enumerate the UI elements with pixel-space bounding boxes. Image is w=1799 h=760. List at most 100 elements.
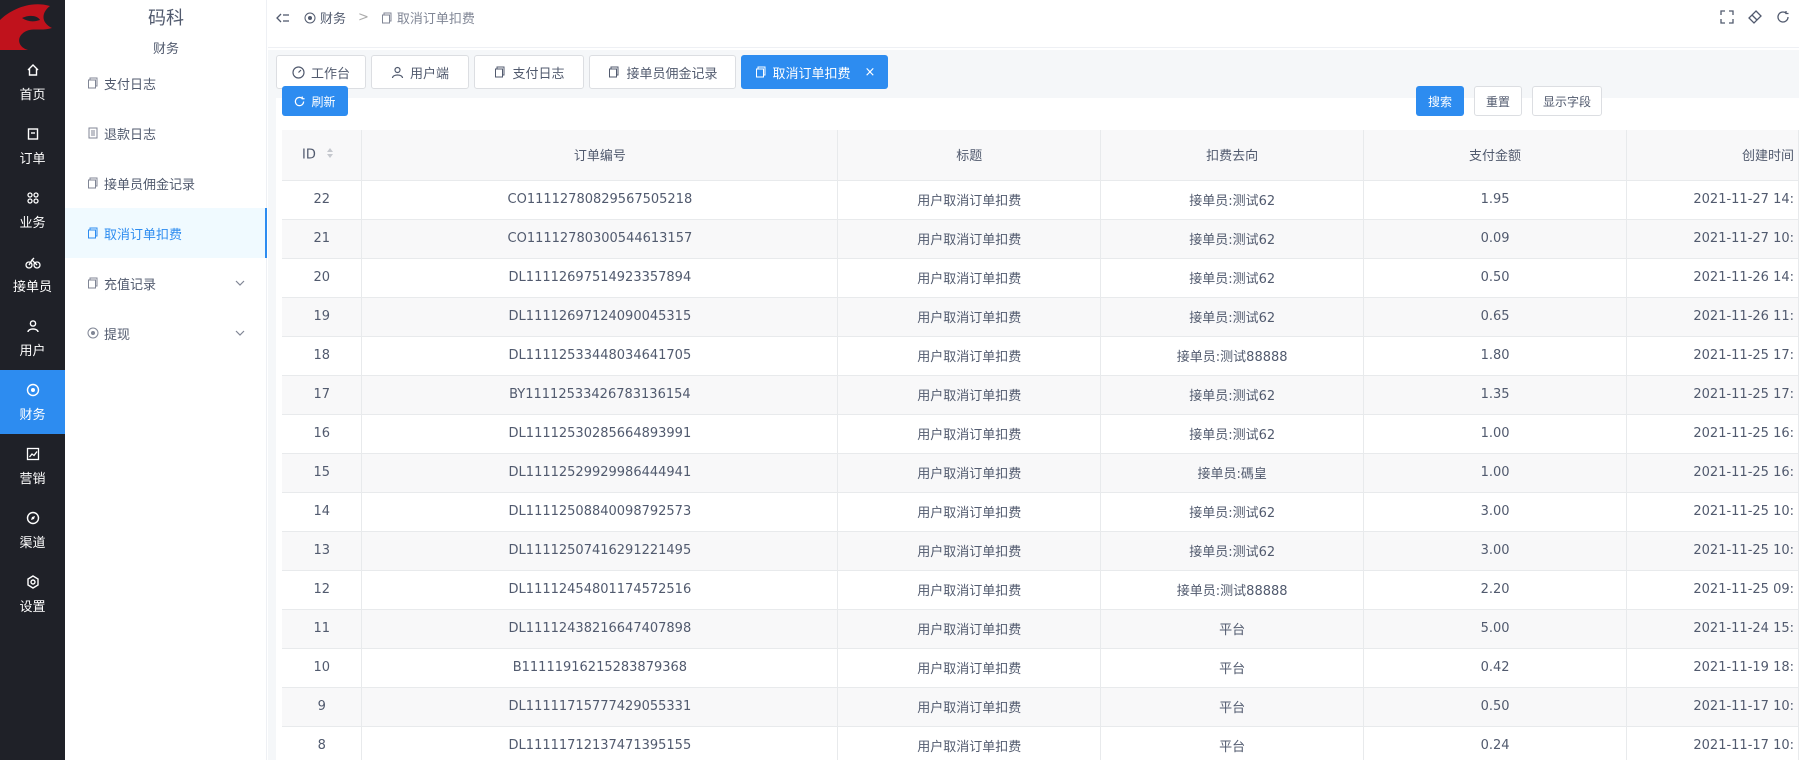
cell-fee-destination: 平台 [1100,648,1365,688]
app-root: 首页 订单 业务 接单员 用户 财务 营销 渠道 设置 码科 财务 支付日志 退… [0,0,1799,760]
nav-business[interactable]: 业务 [0,178,65,242]
nav-order[interactable]: 订单 [0,114,65,178]
sidebar-item-cancel-fee[interactable]: 取消订单扣费 [65,208,267,258]
cell-title: 用户取消订单扣费 [837,492,1102,532]
table-row[interactable]: 17 BY11112533426783136154 用户取消订单扣费 接单员:测试62… [282,375,1799,415]
column-header-created-at: 创建时间 [1626,130,1799,181]
nav-user-label: 用户 [19,343,46,359]
collapse-menu-icon[interactable] [276,11,290,25]
fullscreen-icon[interactable] [1719,9,1735,25]
search-button[interactable]: 搜索 [1416,86,1464,116]
cell-order-no: DL11112530285664893991 [361,414,839,454]
search-label: 搜索 [1427,94,1452,109]
clear-cache-icon[interactable] [1747,9,1763,25]
copy-icon [87,277,99,289]
breadcrumb-separator: > [358,10,369,25]
breadcrumb-parent[interactable]: 财务 [304,8,346,27]
tab-workbench[interactable]: 工作台 [276,55,366,89]
nav-settings-label: 设置 [19,599,46,615]
tab-commission[interactable]: 接单员佣金记录 [589,55,736,89]
refresh-button[interactable]: 刷新 [282,86,348,116]
sidebar-item-withdraw[interactable]: 提现 [65,308,267,358]
cell-created-at: 2021-11-25 16: [1626,453,1799,493]
tab-payment-log[interactable]: 支付日志 [474,55,584,89]
sidebar-item-label: 接单员佣金记录 [104,177,196,193]
cell-fee-destination: 接单员:测试62 [1100,297,1365,337]
table-row[interactable]: 10 B11111916215283879368 用户取消订单扣费 平台 0.42 202… [282,648,1799,688]
cell-title: 用户取消订单扣费 [837,453,1102,493]
sort-icon[interactable] [326,147,334,163]
cell-order-no: DL11111712137471395155 [361,726,839,760]
cell-fee-destination: 接单员:测试62 [1100,375,1365,415]
sidebar-section-title: 财务 [152,42,179,57]
sidebar-item-label: 提现 [104,327,131,343]
table-row[interactable]: 14 DL11112508840098792573 用户取消订单扣费 接单员:测试62… [282,492,1799,532]
nav-home-label: 首页 [19,87,46,103]
table-row[interactable]: 8 DL11111712137471395155 用户取消订单扣费 平台 0.24 202… [282,726,1799,760]
cell-created-at: 2021-11-25 16: [1626,414,1799,454]
tab-user-client[interactable]: 用户端 [371,55,469,89]
nav-channel[interactable]: 渠道 [0,498,65,562]
cell-amount: 1.80 [1363,336,1627,376]
copy-icon [607,65,621,79]
cell-fee-destination: 接单员:测试62 [1100,219,1365,259]
reset-button[interactable]: 重置 [1474,86,1522,116]
nav-courier[interactable]: 接单员 [0,242,65,306]
main-nav-rail: 首页 订单 业务 接单员 用户 财务 营销 渠道 设置 [0,0,65,760]
column-header-order-no: 订单编号 [361,130,839,181]
breadcrumb: 财务 > 取消订单扣费 [276,8,475,27]
cell-title: 用户取消订单扣费 [837,609,1102,649]
tab-label: 工作台 [310,66,350,82]
table-body: 22 CO11112780829567505218 用户取消订单扣费 接单员:测试62… [282,180,1799,760]
nav-marketing[interactable]: 营销 [0,434,65,498]
logo [0,0,65,50]
refresh-icon[interactable] [1775,9,1791,25]
cell-fee-destination: 接单员:测试62 [1100,414,1365,454]
cell-id: 21 [282,219,363,259]
cell-created-at: 2021-11-25 17: [1626,336,1799,376]
header-tools [1719,9,1791,25]
cell-amount: 1.00 [1363,414,1627,454]
nav-user[interactable]: 用户 [0,306,65,370]
order-icon [25,126,41,142]
table-row[interactable]: 15 DL11112529929986444941 用户取消订单扣费 接单员:碼皇 1.… [282,453,1799,493]
cell-created-at: 2021-11-25 10: [1626,531,1799,571]
close-icon[interactable]: × [865,65,876,80]
column-header-label: ID [302,147,316,163]
cell-title: 用户取消订单扣费 [837,297,1102,337]
display-fields-button[interactable]: 显示字段 [1532,86,1602,116]
sidebar-item-payment-log[interactable]: 支付日志 [65,58,267,108]
table-row[interactable]: 21 CO11112780300544613157 用户取消订单扣费 接单员:测试62… [282,219,1799,259]
table-row[interactable]: 20 DL11112697514923357894 用户取消订单扣费 接单员:测试62… [282,258,1799,298]
cell-title: 用户取消订单扣费 [837,258,1102,298]
nav-order-label: 订单 [19,151,46,167]
chevron-down-icon [235,277,245,287]
nav-channel-label: 渠道 [19,535,46,551]
table-row[interactable]: 22 CO11112780829567505218 用户取消订单扣费 接单员:测试62… [282,180,1799,220]
sidebar-item-commission[interactable]: 接单员佣金记录 [65,158,267,208]
cell-fee-destination: 接单员:测试88888 [1100,336,1365,376]
table-row[interactable]: 19 DL11112697124090045315 用户取消订单扣费 接单员:测试62… [282,297,1799,337]
nav-finance[interactable]: 财务 [0,370,65,434]
bicycle-icon [24,254,41,270]
table-row[interactable]: 12 DL11112454801174572516 用户取消订单扣费 接单员:测试88… [282,570,1799,610]
tab-cancel-fee[interactable]: 取消订单扣费 × [741,55,888,89]
refresh-icon [294,95,306,107]
sidebar-item-recharge[interactable]: 充值记录 [65,258,267,308]
document-icon [87,127,99,139]
cell-title: 用户取消订单扣费 [837,414,1102,454]
sidebar-item-refund-log[interactable]: 退款日志 [65,108,267,158]
nav-settings[interactable]: 设置 [0,562,65,626]
copy-icon [87,227,99,239]
column-header-id[interactable]: ID [282,130,363,181]
table-row[interactable]: 11 DL11112438216647407898 用户取消订单扣费 平台 5.00 20… [282,609,1799,649]
table-row[interactable]: 18 DL11112533448034641705 用户取消订单扣费 接单员:测试88… [282,336,1799,376]
grid-icon [25,190,41,206]
user-icon [25,318,41,334]
nav-home[interactable]: 首页 [0,50,65,114]
table-row[interactable]: 13 DL11112507416291221495 用户取消订单扣费 接单员:测试62… [282,531,1799,571]
table-row[interactable]: 16 DL11112530285664893991 用户取消订单扣费 接单员:测试62… [282,414,1799,454]
cell-created-at: 2021-11-25 09: [1626,570,1799,610]
cell-id: 9 [282,687,363,727]
table-row[interactable]: 9 DL11111715777429055331 用户取消订单扣费 平台 0.50 202… [282,687,1799,727]
